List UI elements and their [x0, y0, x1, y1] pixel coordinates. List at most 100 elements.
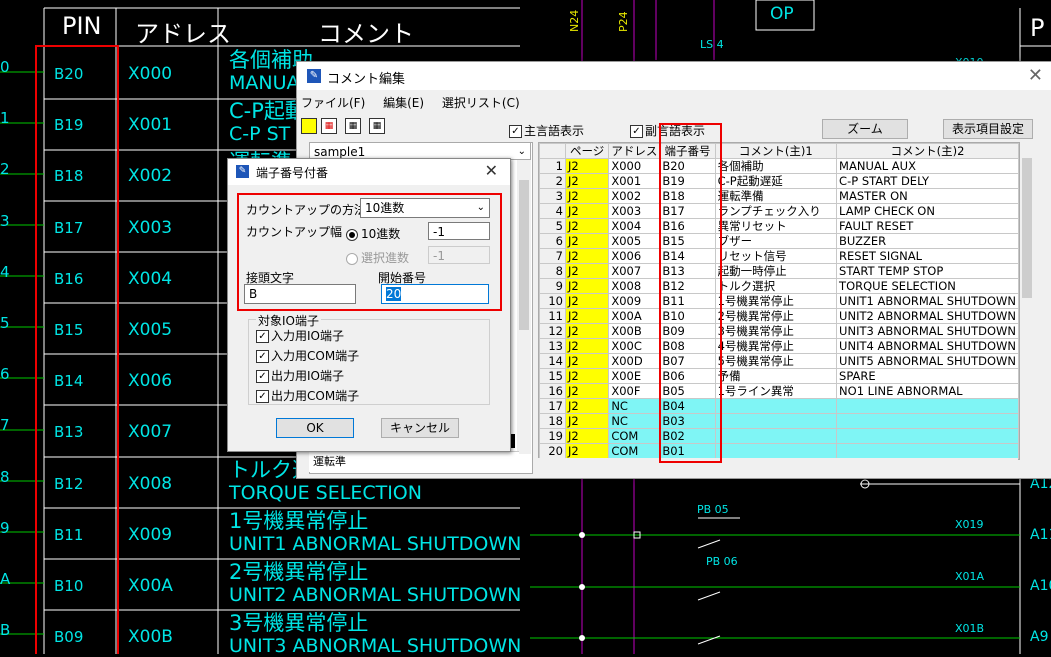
table-cell[interactable]: 15 [539, 368, 566, 384]
toolbar-grid-icon[interactable]: ▦ [345, 118, 361, 134]
table-cell[interactable]: 9 [539, 278, 566, 294]
table-cell[interactable]: X002 [608, 188, 661, 204]
table-cell[interactable]: 異常リセット [714, 218, 838, 234]
table-cell[interactable]: 4号機異常停止 [714, 338, 838, 354]
table-cell[interactable]: UNIT2 ABNORMAL SHUTDOWN [836, 308, 1019, 324]
table-cell[interactable]: X00A [608, 308, 661, 324]
table-cell[interactable]: 1号ライン異常 [714, 383, 838, 399]
left-panel-scrollbar[interactable] [517, 160, 531, 454]
toolbar-red-grid-icon[interactable]: ▦ [321, 118, 337, 134]
table-cell[interactable]: NC [608, 413, 661, 429]
table-cell[interactable] [714, 443, 838, 459]
table-cell[interactable]: UNIT3 ABNORMAL SHUTDOWN [836, 323, 1019, 339]
editor-titlebar[interactable]: ✎ コメント編集 ✕ [297, 62, 1051, 90]
table-cell[interactable] [714, 413, 838, 429]
table-cell[interactable]: J2 [564, 293, 610, 309]
table-cell[interactable]: UNIT4 ABNORMAL SHUTDOWN [836, 338, 1019, 354]
dialog-close-icon[interactable]: ✕ [485, 161, 498, 180]
table-cell[interactable]: ブザー [714, 233, 838, 249]
grid-horizontal-scrollbar[interactable] [538, 458, 1018, 472]
table-cell[interactable]: J2 [564, 263, 610, 279]
table-cell[interactable]: J2 [564, 338, 610, 354]
table-cell[interactable]: X003 [608, 203, 661, 219]
table-cell[interactable]: 1号機異常停止 [714, 293, 838, 309]
table-cell[interactable] [714, 428, 838, 444]
table-cell[interactable]: X00D [608, 353, 661, 369]
table-cell[interactable] [836, 428, 1019, 444]
table-cell[interactable]: J2 [564, 203, 610, 219]
table-cell[interactable]: J2 [564, 233, 610, 249]
main-lang-checkbox[interactable]: ✓ 主言語表示 [509, 122, 584, 139]
table-cell[interactable]: リセット信号 [714, 248, 838, 264]
table-cell[interactable]: X000 [608, 158, 661, 174]
table-cell[interactable]: X001 [608, 173, 661, 189]
target-input-com-checkbox[interactable]: ✓ 入力用COM端子 [256, 347, 359, 364]
table-cell[interactable]: 13 [539, 338, 566, 354]
table-cell[interactable]: UNIT1 ABNORMAL SHUTDOWN [836, 293, 1019, 309]
table-row[interactable]: 10 J2 X009 B11 1号機異常停止 UNIT1 ABNORMAL SHUTDOW… [539, 293, 1019, 309]
table-cell[interactable]: 2号機異常停止 [714, 308, 838, 324]
table-cell[interactable]: MANUAL AUX [836, 158, 1019, 174]
table-cell[interactable]: 各個補助 [714, 158, 838, 174]
grid-column-header[interactable]: アドレス [608, 143, 661, 159]
table-cell[interactable]: 20 [539, 443, 566, 459]
table-row[interactable]: 4 J2 X003 B17 ランプチェック入り LAMP CHECK ON [539, 203, 1019, 219]
table-cell[interactable]: 2 [539, 173, 566, 189]
table-cell[interactable]: 運転準備 [714, 188, 838, 204]
table-row[interactable]: 19 J2 COM B02 [539, 428, 1019, 444]
table-cell[interactable]: 5号機異常停止 [714, 353, 838, 369]
table-row[interactable]: 1 J2 X000 B20 各個補助 MANUAL AUX [539, 158, 1019, 174]
table-cell[interactable]: J2 [564, 278, 610, 294]
table-cell[interactable]: 3号機異常停止 [714, 323, 838, 339]
table-row[interactable]: 16 J2 X00F B05 1号ライン異常 NO1 LINE ABNORMAL [539, 383, 1019, 399]
decimal-step-input[interactable]: -1 [428, 222, 490, 240]
table-cell[interactable]: J2 [564, 368, 610, 384]
table-cell[interactable] [714, 398, 838, 414]
table-row[interactable]: 12 J2 X00B B09 3号機異常停止 UNIT3 ABNORMAL SHUTDOW… [539, 323, 1019, 339]
table-cell[interactable]: FAULT RESET [836, 218, 1019, 234]
grid-column-header[interactable]: コメント(主)2 [836, 143, 1019, 159]
menu-edit[interactable]: 編集(E) [383, 96, 424, 110]
table-cell[interactable]: 起動一時停止 [714, 263, 838, 279]
select-base-step-input[interactable]: -1 [428, 246, 490, 264]
table-row[interactable]: 5 J2 X004 B16 異常リセット FAULT RESET [539, 218, 1019, 234]
table-cell[interactable]: 19 [539, 428, 566, 444]
table-cell[interactable]: 7 [539, 248, 566, 264]
table-cell[interactable]: J2 [564, 413, 610, 429]
table-cell[interactable]: ランプチェック入り [714, 203, 838, 219]
table-cell[interactable]: 5 [539, 218, 566, 234]
table-cell[interactable]: 18 [539, 413, 566, 429]
table-cell[interactable]: J2 [564, 323, 610, 339]
close-icon[interactable]: ✕ [1028, 65, 1043, 86]
table-cell[interactable]: X00F [608, 383, 661, 399]
table-cell[interactable]: 10 [539, 293, 566, 309]
table-cell[interactable] [836, 413, 1019, 429]
table-row[interactable]: 18 J2 NC B03 [539, 413, 1019, 429]
grid-column-header[interactable]: コメント(主)1 [714, 143, 838, 159]
table-cell[interactable]: X00B [608, 323, 661, 339]
grid-column-header[interactable] [539, 143, 566, 159]
table-cell[interactable]: J2 [564, 428, 610, 444]
menu-select-list[interactable]: 選択リスト(C) [442, 96, 520, 110]
toolbar-grid-alt-icon[interactable]: ▦ [369, 118, 385, 134]
target-input-io-checkbox[interactable]: ✓ 入力用IO端子 [256, 327, 344, 344]
table-cell[interactable]: 8 [539, 263, 566, 279]
table-cell[interactable]: J2 [564, 443, 610, 459]
table-cell[interactable]: LAMP CHECK ON [836, 203, 1019, 219]
table-cell[interactable]: BUZZER [836, 233, 1019, 249]
table-cell[interactable]: TORQUE SELECTION [836, 278, 1019, 294]
table-cell[interactable] [836, 443, 1019, 459]
table-cell[interactable]: NC [608, 398, 661, 414]
table-row[interactable]: 2 J2 X001 B19 C-P起動遅延 C-P START DELY [539, 173, 1019, 189]
countup-method-select[interactable]: 10進数 ⌄ [360, 198, 490, 218]
table-cell[interactable]: 16 [539, 383, 566, 399]
table-row[interactable]: 14 J2 X00D B07 5号機異常停止 UNIT5 ABNORMAL SHUTDOW… [539, 353, 1019, 369]
start-number-input[interactable]: 20 [381, 284, 489, 304]
table-cell[interactable]: SPARE [836, 368, 1019, 384]
table-cell[interactable]: J2 [564, 218, 610, 234]
table-cell[interactable]: 4 [539, 203, 566, 219]
menu-file[interactable]: ファイル(F) [301, 96, 365, 110]
ok-button[interactable]: OK [276, 418, 354, 438]
table-cell[interactable]: 14 [539, 353, 566, 369]
table-cell[interactable]: COM [608, 428, 661, 444]
